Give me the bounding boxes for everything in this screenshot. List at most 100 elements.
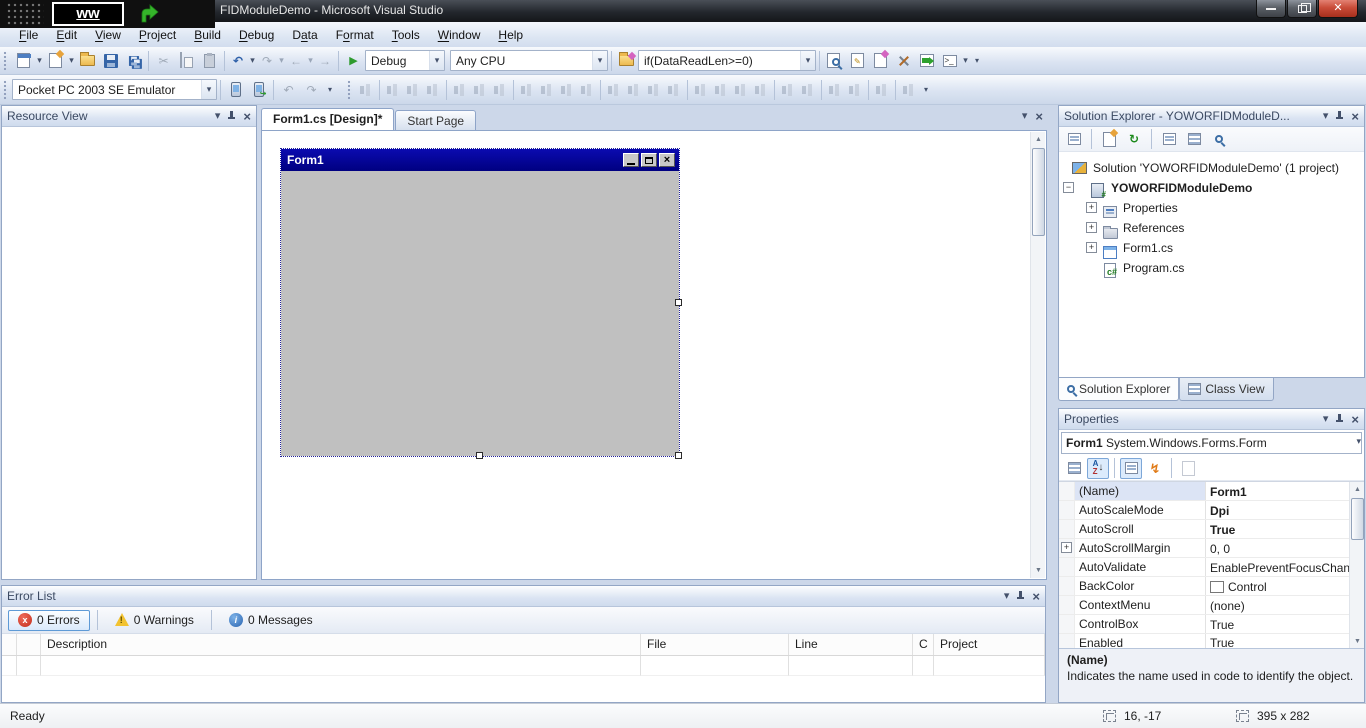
tree-item-solution[interactable]: Solution 'YOWORFIDModuleDemo' (1 project… <box>1059 158 1364 178</box>
device-options-button[interactable] <box>224 78 247 101</box>
add-new-item-dropdown-icon[interactable]: ▾ <box>67 55 76 66</box>
view-class-diagram-button[interactable] <box>1208 129 1230 150</box>
expand-icon[interactable]: + <box>1086 222 1097 233</box>
events-button[interactable]: ↯ <box>1144 458 1166 479</box>
scroll-down-icon[interactable]: ▼ <box>1031 563 1046 578</box>
property-grid-scrollbar[interactable]: ▲ ▼ <box>1349 482 1364 648</box>
panel-menu-icon[interactable]: ▾ <box>1323 111 1329 122</box>
solution-configurations-combo[interactable]: Debug ▾ <box>365 50 445 71</box>
pin-icon[interactable] <box>1335 413 1344 426</box>
collapse-icon[interactable]: − <box>1063 182 1074 193</box>
designer-canvas[interactable]: Form1 × ▲ ▼ <box>261 130 1047 580</box>
add-new-item-button[interactable] <box>44 49 67 72</box>
solution-platforms-combo[interactable]: Any CPU ▾ <box>450 50 608 71</box>
find-combo[interactable]: if(DataReadLen>=0) ▾ <box>638 50 816 71</box>
toolbar-overflow-button[interactable]: ▾ <box>323 79 337 101</box>
expand-icon[interactable]: + <box>1061 542 1072 553</box>
properties-button[interactable] <box>1063 129 1085 150</box>
categorized-button[interactable] <box>1063 458 1085 479</box>
menu-help[interactable]: Help <box>489 25 532 45</box>
scroll-up-icon[interactable]: ▲ <box>1350 482 1364 497</box>
close-icon[interactable]: × <box>1351 414 1359 425</box>
save-all-button[interactable] <box>122 49 145 72</box>
tree-item-programcs[interactable]: c# Program.cs <box>1059 258 1364 278</box>
tree-item-project[interactable]: − # YOWORFIDModuleDemo <box>1059 178 1364 198</box>
toolbar-overflow-button[interactable]: ▾ <box>919 79 933 101</box>
resize-handle-southeast[interactable] <box>675 452 682 459</box>
command-window-button[interactable]: >_ <box>938 49 961 72</box>
scrollbar-thumb[interactable] <box>1351 498 1364 540</box>
property-row-enabled[interactable]: Enabled True <box>1059 634 1364 648</box>
pin-icon[interactable] <box>1016 590 1025 603</box>
window-close-button[interactable]: ✕ <box>1318 0 1358 18</box>
resource-view-header[interactable]: Resource View ▾ × <box>2 106 256 127</box>
target-device-combo[interactable]: Pocket PC 2003 SE Emulator ▾ <box>12 79 217 100</box>
warnings-filter-button[interactable]: ! 0 Warnings <box>105 610 204 631</box>
property-row-autoscroll[interactable]: AutoScroll True <box>1059 520 1364 539</box>
property-row-autovalidate[interactable]: AutoValidate EnablePreventFocusChange <box>1059 558 1364 577</box>
toolbar-overflow-button[interactable]: ▾ <box>970 50 984 72</box>
menu-window[interactable]: Window <box>429 25 490 45</box>
menu-tools[interactable]: Tools <box>383 25 429 45</box>
property-row-controlbox[interactable]: ControlBox True <box>1059 615 1364 634</box>
tab-form1-design[interactable]: Form1.cs [Design]* <box>261 108 394 130</box>
column-icon[interactable] <box>2 634 17 655</box>
combo-dropdown-button[interactable]: ▾ <box>592 51 607 70</box>
property-row-autoscrollmargin[interactable]: + AutoScrollMargin 0, 0 <box>1059 539 1364 558</box>
undo-dropdown-icon[interactable]: ▾ <box>248 55 257 66</box>
property-row-contextmenu[interactable]: ContextMenu (none) <box>1059 596 1364 615</box>
panel-menu-icon[interactable]: ▾ <box>1323 414 1329 425</box>
active-files-dropdown-icon[interactable]: ▾ <box>1022 111 1028 122</box>
designer-form-titlebar[interactable]: Form1 × <box>281 149 679 171</box>
messages-filter-button[interactable]: i 0 Messages <box>219 610 323 631</box>
tab-solution-explorer[interactable]: Solution Explorer <box>1058 378 1179 401</box>
tree-item-form1cs[interactable]: + Form1.cs <box>1059 238 1364 258</box>
form-close-button[interactable]: × <box>659 153 675 167</box>
toolbar-grip[interactable] <box>347 80 352 100</box>
refresh-button[interactable]: ↻ <box>1123 129 1145 150</box>
close-icon[interactable]: × <box>243 111 251 122</box>
toolbar-grip[interactable] <box>3 51 8 71</box>
tab-class-view[interactable]: Class View <box>1179 378 1273 401</box>
column-order[interactable] <box>17 634 41 655</box>
properties-view-button[interactable] <box>1120 458 1142 479</box>
close-document-icon[interactable]: × <box>1035 111 1043 122</box>
close-icon[interactable]: × <box>1351 111 1359 122</box>
solution-explorer-button[interactable] <box>823 49 846 72</box>
panel-menu-icon[interactable]: ▾ <box>1004 591 1010 602</box>
alphabetical-button[interactable]: AZ ↓ <box>1087 458 1109 479</box>
form-maximize-button[interactable] <box>641 153 657 167</box>
menu-data[interactable]: Data <box>283 25 326 45</box>
combo-dropdown-button[interactable]: ▾ <box>800 51 815 70</box>
property-row-name[interactable]: (Name) Form1 <box>1059 482 1364 501</box>
menu-format[interactable]: Format <box>327 25 383 45</box>
solution-explorer-header[interactable]: Solution Explorer - YOWORFIDModuleD... ▾… <box>1059 106 1364 127</box>
expand-icon[interactable]: + <box>1086 202 1097 213</box>
pin-icon[interactable] <box>227 110 236 123</box>
error-list-header[interactable]: Error List ▾ × <box>2 586 1045 607</box>
properties-header[interactable]: Properties ▾ × <box>1059 409 1364 430</box>
tree-item-references[interactable]: + References <box>1059 218 1364 238</box>
window-restore-button[interactable] <box>1287 0 1317 18</box>
view-designer-button[interactable] <box>1183 129 1205 150</box>
toolbox-button[interactable] <box>892 49 915 72</box>
editor-vertical-scrollbar[interactable]: ▲ ▼ <box>1030 132 1045 578</box>
save-button[interactable] <box>99 49 122 72</box>
new-project-button[interactable] <box>12 49 35 72</box>
pin-icon[interactable] <box>1335 110 1344 123</box>
overlay-grip-dots[interactable] <box>6 2 44 26</box>
object-selector-combo[interactable]: Form1 System.Windows.Forms.Form ▾ <box>1061 432 1362 454</box>
show-all-files-button[interactable] <box>1098 129 1120 150</box>
command-window-dropdown-icon[interactable]: ▾ <box>961 55 970 66</box>
combo-dropdown-button[interactable]: ▾ <box>1356 433 1361 453</box>
scrollbar-thumb[interactable] <box>1032 148 1045 236</box>
open-file-button[interactable] <box>76 49 99 72</box>
column-line[interactable]: Line <box>789 634 913 655</box>
errors-filter-button[interactable]: x 0 Errors <box>8 610 90 631</box>
toolbar-grip[interactable] <box>3 80 8 100</box>
column-column[interactable]: C <box>913 634 934 655</box>
new-project-dropdown-icon[interactable]: ▾ <box>35 55 44 66</box>
property-row-backcolor[interactable]: BackColor Control <box>1059 577 1364 596</box>
close-icon[interactable]: × <box>1032 591 1040 602</box>
column-file[interactable]: File <box>641 634 789 655</box>
